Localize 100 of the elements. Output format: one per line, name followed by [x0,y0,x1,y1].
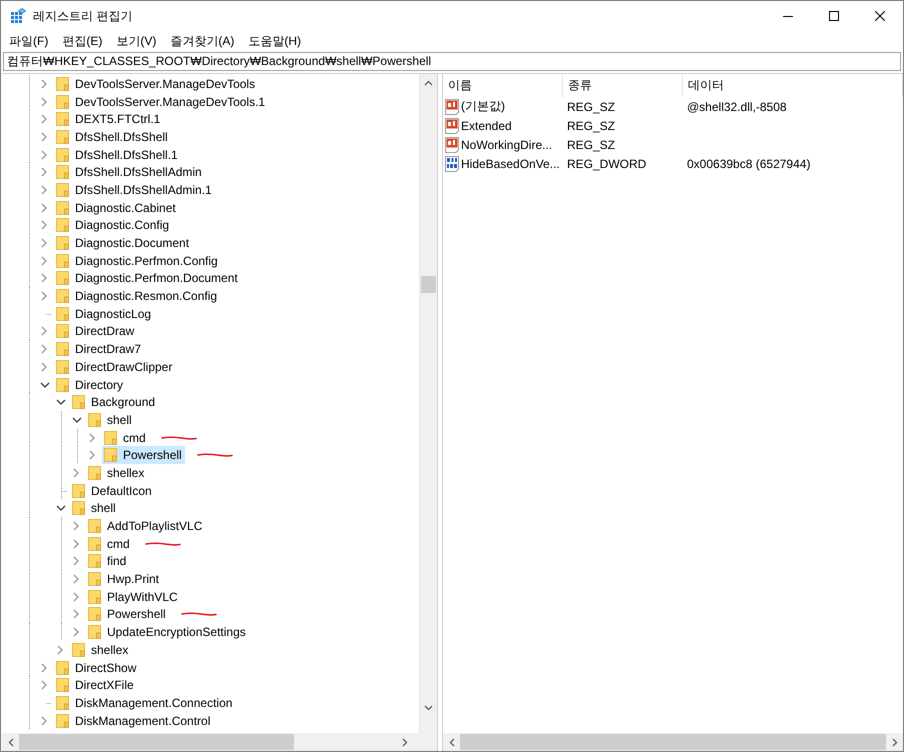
value-data: 0x00639bc8 (6527944) [686,156,810,170]
menu-item[interactable]: 보기(V) [109,31,164,51]
caret-icon [402,738,408,746]
tree-item[interactable]: shell [86,410,135,429]
tree-item[interactable]: shell [70,499,119,518]
tree-item[interactable]: DirectDrawClipper [54,358,176,376]
folder-icon [88,553,101,570]
value-type: REG_SZ [566,100,616,114]
folder-icon [104,447,117,464]
value-name[interactable]: NoWorkingDire... [461,138,552,152]
folder-icon [56,200,69,216]
scroll-thumb[interactable] [460,734,886,750]
menu-item[interactable]: 즐겨찾기(A) [163,31,242,51]
page-icon [445,118,459,134]
folder-icon [56,306,69,322]
folder-icon [104,430,117,446]
folder-icon [56,677,69,694]
folder-icon [56,358,69,375]
caret-icon [448,738,454,746]
page-icon [445,136,459,152]
tree-item[interactable]: DiskManagement.Connection [54,694,236,712]
folder-icon [56,164,69,180]
value-name[interactable]: HideBasedOnVe... [461,156,560,170]
folder-icon [88,588,101,605]
column-header[interactable]: 데이터 [683,74,903,97]
tree-item[interactable]: Diagnostic.Perfmon.Document [54,269,241,288]
menu-item[interactable]: 도움말(H) [241,31,308,51]
column-header[interactable]: 종류 [563,74,683,97]
value-type: REG_DWORD [566,156,648,170]
tree-item[interactable]: shellex [86,464,148,482]
value-type: REG_SZ [566,138,616,152]
folder-icon [88,536,101,552]
chevron-icon[interactable] [40,380,50,390]
folder-icon [56,217,69,234]
folder-icon [56,252,69,269]
tree-item[interactable]: Diagnostic.Config [54,216,172,234]
folder-icon [88,571,101,588]
value-name[interactable]: (기본값) [461,98,505,115]
caret-icon [424,80,433,86]
tree-item[interactable]: DevToolsServer.ManageDevTools [54,74,258,93]
tree-item[interactable]: Diagnostic.Cabinet [54,198,179,217]
folder-icon [88,606,101,622]
tree-item[interactable]: Powershell [86,605,169,624]
tree-item[interactable]: Diagnostic.Resmon.Config [54,287,220,306]
tree-item[interactable]: UpdateEncryptionSettings [86,623,249,642]
folder-icon [72,500,85,516]
chevron-icon[interactable] [72,414,82,425]
tree-item[interactable]: Hwp.Print [86,570,162,588]
tree-item[interactable]: Powershell [102,446,185,464]
tree-item[interactable]: DiagnosticLog [54,304,154,323]
column-header[interactable]: 이름 [443,74,563,97]
tree-item[interactable]: DirectDraw [54,322,138,340]
page-icon [445,98,459,114]
tree-item[interactable]: DefaultIcon [70,482,155,500]
folder-icon [88,624,101,640]
tree-item[interactable]: DfsShell.DfsShellAdmin.1 [54,180,215,199]
folder-icon [56,376,69,393]
folder-icon [56,235,69,252]
tree-item[interactable]: Diagnostic.Document [54,234,192,252]
caret-icon [8,738,14,746]
folder-icon [72,482,85,499]
tree-item[interactable]: Background [70,393,158,412]
tree-item[interactable]: DirectShow [54,658,140,677]
folder-icon [56,182,69,198]
value-type: REG_SZ [566,118,616,132]
folder-icon [56,76,69,92]
tree-item[interactable]: DfsShell.DfsShellAdmin [54,163,205,182]
tree-item[interactable]: DirectDraw7 [54,340,144,358]
grid-icon [10,8,26,24]
caret-icon [892,738,898,746]
tree-item[interactable]: shellex [70,640,132,659]
tree-item[interactable]: AddToPlaylistVLC [86,517,206,536]
folder-icon [56,146,69,163]
folder-icon [72,642,85,658]
tree-item[interactable]: Directory [54,376,126,394]
chevron-icon[interactable] [56,503,66,514]
value-data: @shell32.dll,-8508 [686,100,787,114]
tree-item[interactable]: DevToolsServer.ManageDevTools.1 [54,92,268,111]
folder-icon [88,518,101,534]
tree-item[interactable]: cmd [86,534,133,553]
chevron-icon[interactable] [56,397,66,408]
tree-item[interactable]: DfsShell.DfsShell.1 [54,146,181,164]
value-name[interactable]: Extended [461,118,512,132]
tree-item[interactable]: DfsShell.DfsShell [54,128,171,146]
folder-icon [56,270,69,286]
address-field[interactable]: 컴퓨터₩HKEY_CLASSES_ROOT₩Directory₩Background₩shell₩Powershell [3,52,901,71]
tree-item[interactable]: DEXT5.FTCtrl.1 [54,110,164,128]
tree-item[interactable]: Diagnostic.Perfmon.Config [54,252,221,270]
folder-icon [56,128,69,145]
menu-item[interactable]: 편집(E) [55,31,110,51]
folder-icon [88,464,101,481]
tree-item[interactable]: DirectXFile [54,676,137,694]
scroll-thumb[interactable] [421,276,436,293]
tree-item[interactable]: PlayWithVLC [86,588,181,606]
folder-icon [56,288,69,304]
tree-item[interactable]: cmd [102,428,149,447]
tree-item[interactable]: DiskManagement.Control [54,712,214,730]
menu-item[interactable]: 파일(F) [2,31,56,51]
scroll-thumb[interactable] [19,734,294,750]
tree-item[interactable]: find [86,552,130,570]
